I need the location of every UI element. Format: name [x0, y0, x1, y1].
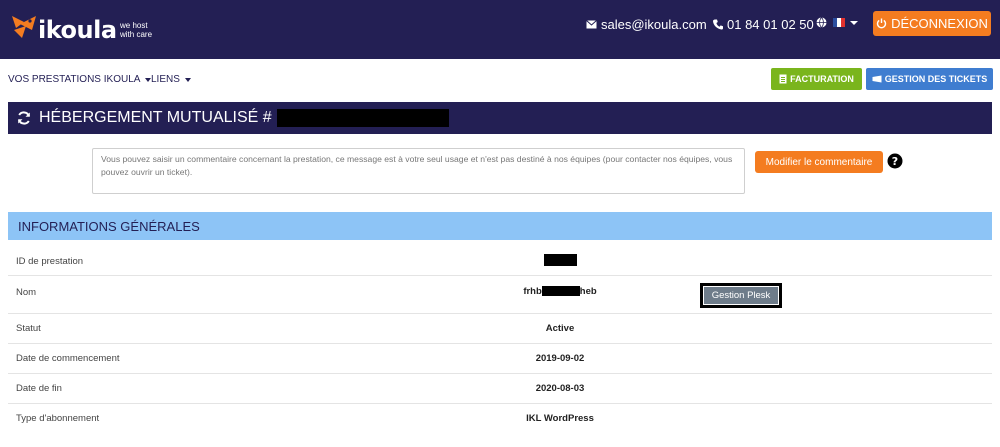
row-label: Statut: [16, 323, 41, 334]
plesk-button[interactable]: Gestion Plesk: [700, 283, 782, 308]
comment-textarea[interactable]: Vous pouvez saisir un commentaire concer…: [92, 148, 745, 194]
logo-text: ikoula: [38, 16, 117, 44]
document-icon: [779, 74, 787, 84]
table-row: ID de prestation: [8, 245, 992, 275]
language-selector[interactable]: [816, 17, 858, 28]
power-icon: [876, 18, 887, 29]
section-header: INFORMATIONS GÉNÉRALES: [8, 212, 992, 240]
refresh-icon: [18, 111, 30, 125]
top-header: ikoula we host with care sales@ikoula.co…: [0, 0, 1000, 59]
fish-logo-icon: [12, 16, 36, 38]
phone-link[interactable]: 01 84 01 02 50: [713, 16, 814, 32]
table-row: Date de commencement 2019-09-02: [8, 343, 992, 373]
page-title-bar: HÉBERGEMENT MUTUALISÉ #: [8, 102, 992, 134]
redacted-block: [541, 286, 580, 297]
billing-label: FACTURATION: [790, 74, 854, 84]
name-prefix: frhb: [523, 286, 542, 297]
row-label: Nom: [16, 287, 37, 298]
redacted-block: [544, 254, 577, 266]
name-suffix: heb: [579, 286, 597, 297]
nav-liens-label: LIENS: [151, 74, 180, 85]
billing-button[interactable]: FACTURATION: [771, 68, 862, 90]
row-value: 2020-08-03: [535, 383, 585, 394]
caret-down-icon: [184, 77, 191, 82]
edit-comment-label: Modifier le commentaire: [765, 156, 873, 168]
globe-icon: [816, 17, 827, 28]
flag-fr-icon: [833, 18, 845, 27]
envelope-icon: [586, 19, 597, 28]
logo-tagline: we host with care: [120, 21, 153, 39]
row-value: Active: [545, 323, 575, 334]
row-label: Type d'abonnement: [16, 413, 100, 424]
help-icon[interactable]: ?: [887, 153, 903, 169]
email-link[interactable]: sales@ikoula.com: [586, 16, 707, 32]
phone-text: 01 84 01 02 50: [727, 16, 814, 32]
row-value: IKL WordPress: [526, 413, 594, 424]
table-row: Date de fin 2020-08-03: [8, 373, 992, 403]
row-value: 2019-09-02: [535, 353, 585, 364]
nav-prestations[interactable]: VOS PRESTATIONS IKOULA: [8, 74, 152, 85]
row-label: Date de commencement: [16, 353, 120, 364]
tickets-label: GESTION DES TICKETS: [884, 74, 988, 84]
redacted-block: [276, 109, 449, 127]
email-text: sales@ikoula.com: [601, 16, 707, 32]
logout-label: DÉCONNEXION: [891, 16, 988, 31]
tickets-button[interactable]: GESTION DES TICKETS: [866, 68, 993, 90]
chevron-down-icon: [850, 20, 858, 25]
nav-liens[interactable]: LIENS: [151, 74, 191, 85]
row-label: Date de fin: [16, 383, 62, 394]
ticket-icon: [872, 75, 882, 83]
ikoula-logo[interactable]: ikoula we host with care: [10, 10, 160, 50]
row-value: frhb heb: [460, 286, 660, 297]
section-title: INFORMATIONS GÉNÉRALES: [18, 218, 200, 234]
nav-prestations-label: VOS PRESTATIONS IKOULA: [8, 74, 141, 85]
edit-comment-button[interactable]: Modifier le commentaire: [755, 151, 883, 173]
logout-button[interactable]: DÉCONNEXION: [873, 11, 991, 36]
phone-icon: [713, 19, 723, 30]
plesk-label: Gestion Plesk: [704, 287, 778, 304]
row-label: ID de prestation: [16, 256, 84, 267]
svg-text:?: ?: [892, 155, 898, 168]
table-row: Statut Active: [8, 313, 992, 343]
comment-placeholder: Vous pouvez saisir un commentaire concer…: [101, 154, 733, 177]
table-row: Type d'abonnement IKL WordPress: [8, 403, 992, 433]
page-title: HÉBERGEMENT MUTUALISÉ #: [39, 109, 272, 126]
table-row: Nom frhb heb: [8, 275, 992, 313]
